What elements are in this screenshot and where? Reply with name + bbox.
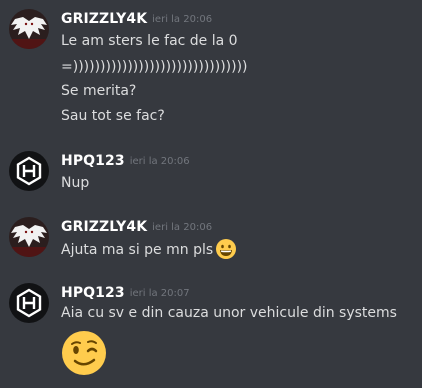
winged-creature-icon [9, 9, 49, 49]
message-text: =)))))))))))))))))))))))))))))))) [61, 59, 248, 75]
message-header: GRIZZLY4K ieri la 20:06 [61, 216, 212, 235]
username[interactable]: GRIZZLY4K [61, 219, 147, 235]
message-text: Ajuta ma si pe mn pls [61, 238, 237, 260]
message-text: Le am sters le fac de la 0 [61, 33, 238, 49]
avatar[interactable] [9, 151, 49, 191]
winged-creature-icon [9, 217, 49, 257]
hexagon-logo-icon [9, 151, 49, 191]
message-header: HPQ123 ieri la 20:07 [61, 282, 190, 301]
username[interactable]: HPQ123 [61, 285, 125, 301]
message-header: HPQ123 ieri la 20:06 [61, 150, 190, 169]
timestamp[interactable]: ieri la 20:07 [130, 288, 190, 299]
hexagon-logo-icon [9, 283, 49, 323]
chat-messages: GRIZZLY4K ieri la 20:06 Le am sters le fa… [0, 0, 422, 388]
winking-face-icon[interactable] [61, 330, 107, 376]
grinning-face-icon[interactable] [215, 238, 237, 260]
username[interactable]: HPQ123 [61, 153, 125, 169]
message-header: GRIZZLY4K ieri la 20:06 [61, 8, 212, 27]
timestamp[interactable]: ieri la 20:06 [152, 222, 212, 233]
message-text: Se merita? [61, 83, 137, 99]
message-text: Nup [61, 175, 90, 191]
message-text: Aia cu sv e din cauza unor vehicule din … [61, 305, 397, 321]
avatar[interactable] [9, 283, 49, 323]
avatar[interactable] [9, 217, 49, 257]
message-text-content: Ajuta ma si pe mn pls [61, 242, 214, 258]
timestamp[interactable]: ieri la 20:06 [152, 14, 212, 25]
username[interactable]: GRIZZLY4K [61, 11, 147, 27]
avatar[interactable] [9, 9, 49, 49]
timestamp[interactable]: ieri la 20:06 [130, 156, 190, 167]
message-text: Sau tot se fac? [61, 108, 165, 124]
